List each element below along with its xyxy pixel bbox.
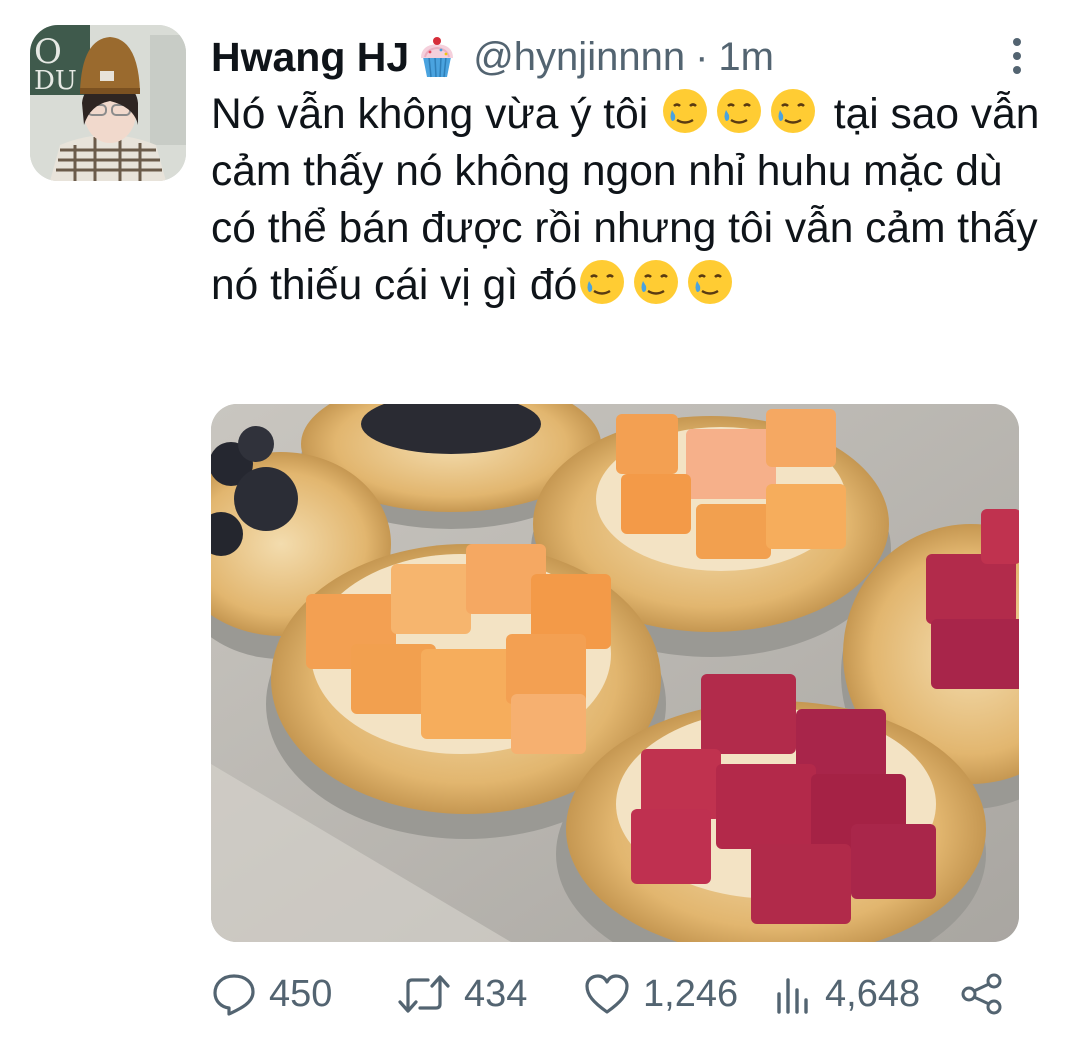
display-name[interactable]: Hwang HJ — [211, 34, 409, 81]
tweet: O DU Hwang HJ @hynjinnnn · 1m Nó vẫn khô… — [0, 0, 1080, 1041]
like-count: 1,246 — [643, 972, 739, 1015]
smiling-face-with-tear-icon — [685, 257, 735, 307]
timestamp[interactable]: 1m — [718, 35, 774, 80]
like-button[interactable]: 1,246 — [583, 968, 738, 1020]
reply-icon — [213, 974, 255, 1016]
share-button[interactable] — [959, 968, 1005, 1020]
tweet-text: Nó vẫn không vừa ý tôi tại sao vẫn cảm t… — [211, 86, 1051, 314]
avatar[interactable]: O DU — [30, 25, 186, 181]
tweet-photo[interactable] — [211, 404, 1019, 942]
heart-icon — [585, 974, 629, 1014]
handle[interactable]: @hynjinnnn — [473, 35, 685, 80]
retweet-count: 434 — [464, 972, 528, 1015]
smiling-face-with-tear-icon — [631, 257, 681, 307]
share-icon — [961, 973, 1002, 1015]
tweet-header: Hwang HJ @hynjinnnn · 1m — [211, 28, 774, 86]
tweet-text-part-1: Nó vẫn không vừa ý tôi — [211, 91, 649, 138]
more-options-icon[interactable] — [1005, 36, 1029, 76]
views-bar-chart-icon — [777, 978, 808, 1014]
smiling-face-with-tear-icon — [768, 86, 818, 136]
view-count: 4,648 — [825, 972, 921, 1015]
smiling-face-with-tear-icon — [714, 86, 764, 136]
reply-count: 450 — [269, 972, 333, 1015]
smiling-face-with-tear-icon — [660, 86, 710, 136]
separator-dot: · — [695, 34, 709, 79]
svg-text:DU: DU — [34, 66, 77, 96]
retweet-button[interactable]: 434 — [396, 968, 527, 1020]
cupcake-icon — [415, 35, 459, 79]
reply-button[interactable]: 450 — [211, 968, 332, 1020]
tweet-actions: 450 434 1,246 4,648 — [211, 968, 1031, 1020]
views-button[interactable]: 4,648 — [773, 968, 920, 1020]
smiling-face-with-tear-icon — [577, 257, 627, 307]
retweet-icon — [398, 975, 450, 1013]
